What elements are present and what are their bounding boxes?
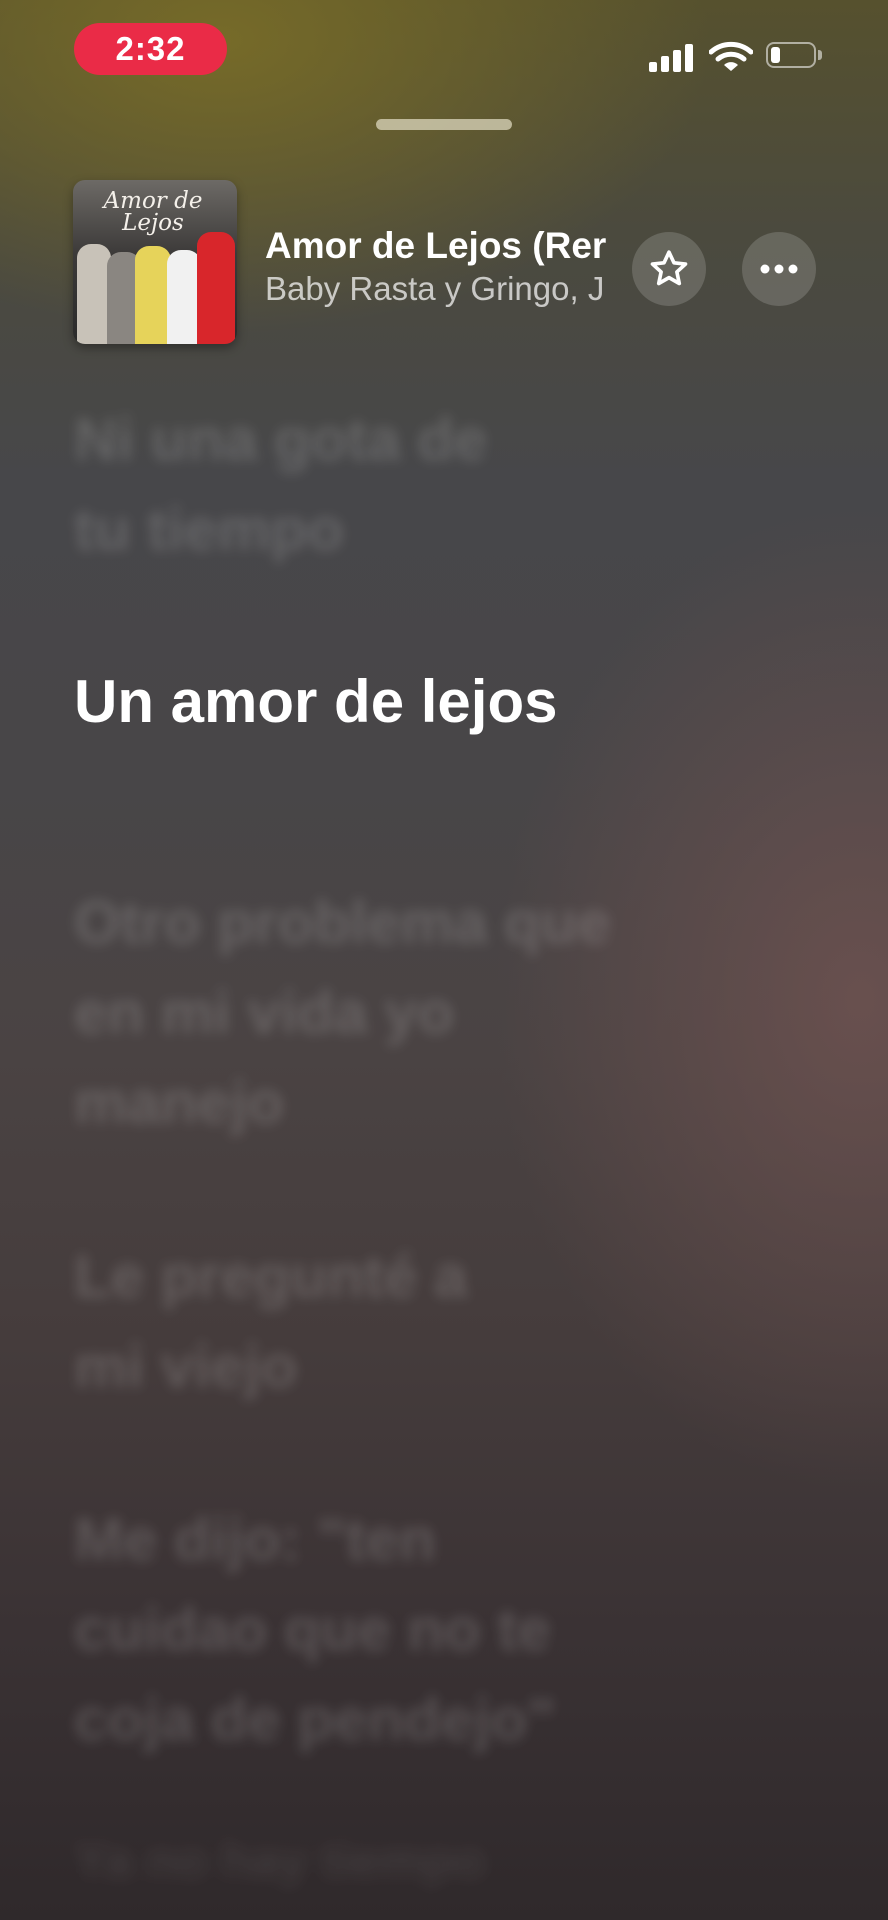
- song-title: Amor de Lejos (Rer: [265, 225, 607, 266]
- status-time[interactable]: 2:32: [74, 23, 227, 75]
- lyric-line[interactable]: Me dijo: "ten cuidao que no te coja de p…: [74, 1495, 556, 1765]
- artwork-figure: [197, 232, 235, 344]
- cellular-signal-icon: [649, 42, 695, 72]
- artwork-title: Amor de Lejos: [103, 188, 203, 236]
- more-options-button[interactable]: [742, 232, 816, 306]
- artwork-figure: [135, 246, 171, 344]
- song-info[interactable]: Amor de Lejos (Rer Baby Rasta y Gringo, …: [265, 224, 620, 310]
- status-bar: 2:32: [0, 0, 888, 100]
- artwork-figure: [167, 250, 201, 344]
- lyric-line-current[interactable]: Un amor de lejos: [74, 657, 557, 747]
- lyric-line[interactable]: Ni una gota de tu tiempo: [74, 395, 487, 575]
- album-artwork[interactable]: Amor de Lejos: [73, 180, 237, 344]
- more-icon: [760, 264, 798, 274]
- lyric-line[interactable]: Le pregunté a mi viejo: [74, 1232, 467, 1412]
- favorite-button[interactable]: [632, 232, 706, 306]
- lyric-line[interactable]: Otro problema que en mi vida yo manejo: [74, 878, 611, 1148]
- song-artist: Baby Rasta y Gringo, J: [265, 270, 605, 307]
- wifi-icon: [709, 41, 753, 71]
- now-playing-header: Amor de Lejos Amor de Lejos (Rer Baby Ra…: [0, 180, 888, 345]
- artwork-figure: [77, 244, 111, 344]
- lyric-line[interactable]: Ya no hay tiempo: [74, 1815, 485, 1905]
- star-icon: [650, 250, 688, 286]
- battery-icon: [766, 42, 824, 70]
- sheet-grabber[interactable]: [376, 119, 512, 130]
